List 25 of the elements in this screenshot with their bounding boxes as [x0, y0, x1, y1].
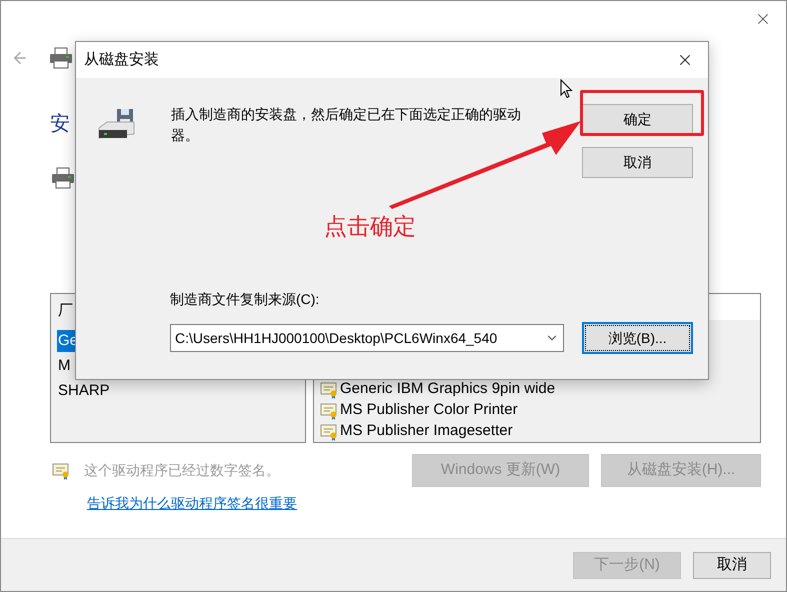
browse-button[interactable]: 浏览(B)... [582, 322, 693, 354]
source-combobox[interactable]: C:\Users\HH1HJ000100\Desktop\PCL6Winx64_540 [170, 324, 564, 352]
page-heading: 安 [50, 113, 70, 135]
list-item[interactable]: M [57, 354, 72, 376]
source-value: C:\Users\HH1HJ000100\Desktop\PCL6Winx64_540 [175, 328, 498, 348]
certificate-icon [320, 422, 338, 440]
certificate-icon [52, 462, 70, 480]
certificate-icon [320, 380, 338, 398]
list-item[interactable]: SHARP [57, 380, 111, 402]
list-item[interactable]: MS Publisher Color Printer [340, 399, 518, 422]
printer-icon [49, 47, 73, 69]
button[interactable]: 取消 [693, 552, 771, 578]
source-label: 制造商文件复制来源(C): [170, 290, 320, 309]
list-item[interactable]: MS Publisher Imagesetter [340, 420, 513, 443]
help-link[interactable]: 告诉我为什么驱动程序签名很重要 [87, 492, 297, 514]
signature-status: 这个驱动程序已经过数字签名。 [84, 461, 280, 480]
dialog-title: 从磁盘安装 [84, 50, 159, 70]
printer-icon [51, 167, 75, 189]
certificate-icon [320, 402, 338, 420]
dialog-button[interactable]: 取消 [582, 147, 693, 178]
annotation-text: 点击确定 [324, 212, 416, 241]
dialog-message: 插入制造商的安装盘，然后确定已在下面选定正确的驱动器。 [171, 105, 522, 145]
list-item[interactable]: Generic IBM Graphics 9pin wide [340, 378, 556, 401]
column-header: 厂 [58, 300, 73, 321]
dialog-button[interactable]: 确定 [582, 104, 693, 135]
